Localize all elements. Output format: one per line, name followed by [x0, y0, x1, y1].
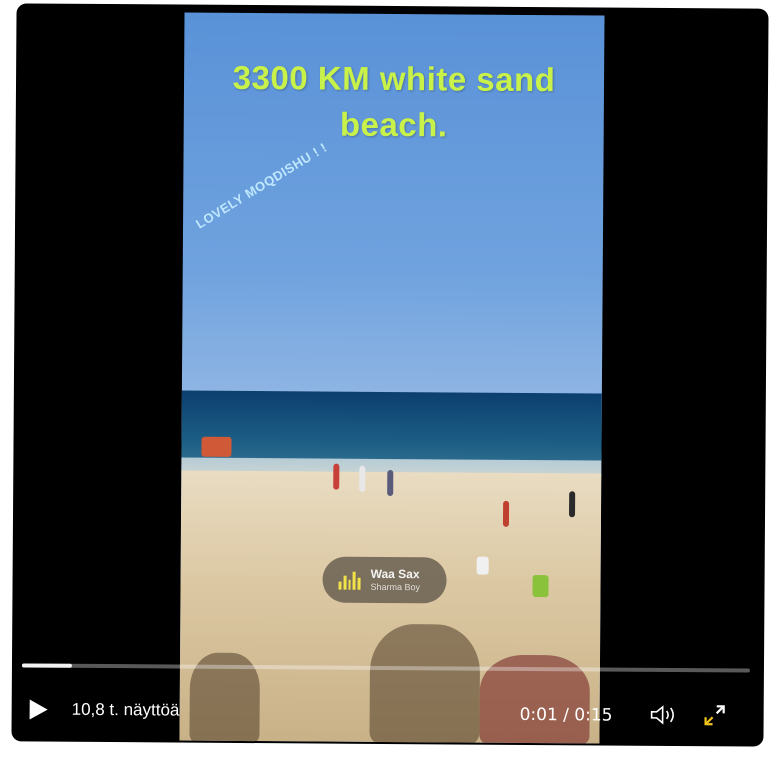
beach-person: [502, 500, 510, 527]
beach-person: [532, 575, 549, 598]
fullscreen-button[interactable]: [702, 702, 728, 728]
beach-person: [387, 469, 394, 497]
beach-person: [476, 556, 489, 575]
fullscreen-icon: [704, 705, 725, 726]
sound-bars-icon: [338, 570, 361, 590]
beach-person: [333, 463, 340, 490]
player-controls: 10,8 t. näyttöä 0:01 / 0:15: [12, 689, 764, 734]
play-icon: [29, 699, 48, 720]
music-title: Waa Sax: [370, 566, 420, 582]
volume-button[interactable]: [650, 704, 680, 726]
video-player[interactable]: 3300 KM white sand beach. LOVELY MOQDISH…: [11, 3, 769, 747]
volume-icon: [650, 705, 674, 725]
beach-person: [359, 465, 366, 492]
music-artist: Sharma Boy: [370, 581, 421, 593]
progress-fill: [21, 663, 72, 668]
time-display: 0:01 / 0:15: [519, 704, 613, 726]
view-count: 10,8 t. näyttöä: [71, 699, 180, 720]
beach-person: [569, 491, 576, 518]
beach-person: [201, 436, 232, 457]
music-sticker: Waa Sax Sharma Boy: [322, 556, 447, 604]
play-button[interactable]: [28, 697, 50, 721]
video-headline: 3300 KM white sand beach.: [232, 58, 556, 144]
video-frame[interactable]: 3300 KM white sand beach. LOVELY MOQDISH…: [179, 12, 605, 744]
location-sticker: LOVELY MOQDISHU ! !: [193, 139, 330, 232]
